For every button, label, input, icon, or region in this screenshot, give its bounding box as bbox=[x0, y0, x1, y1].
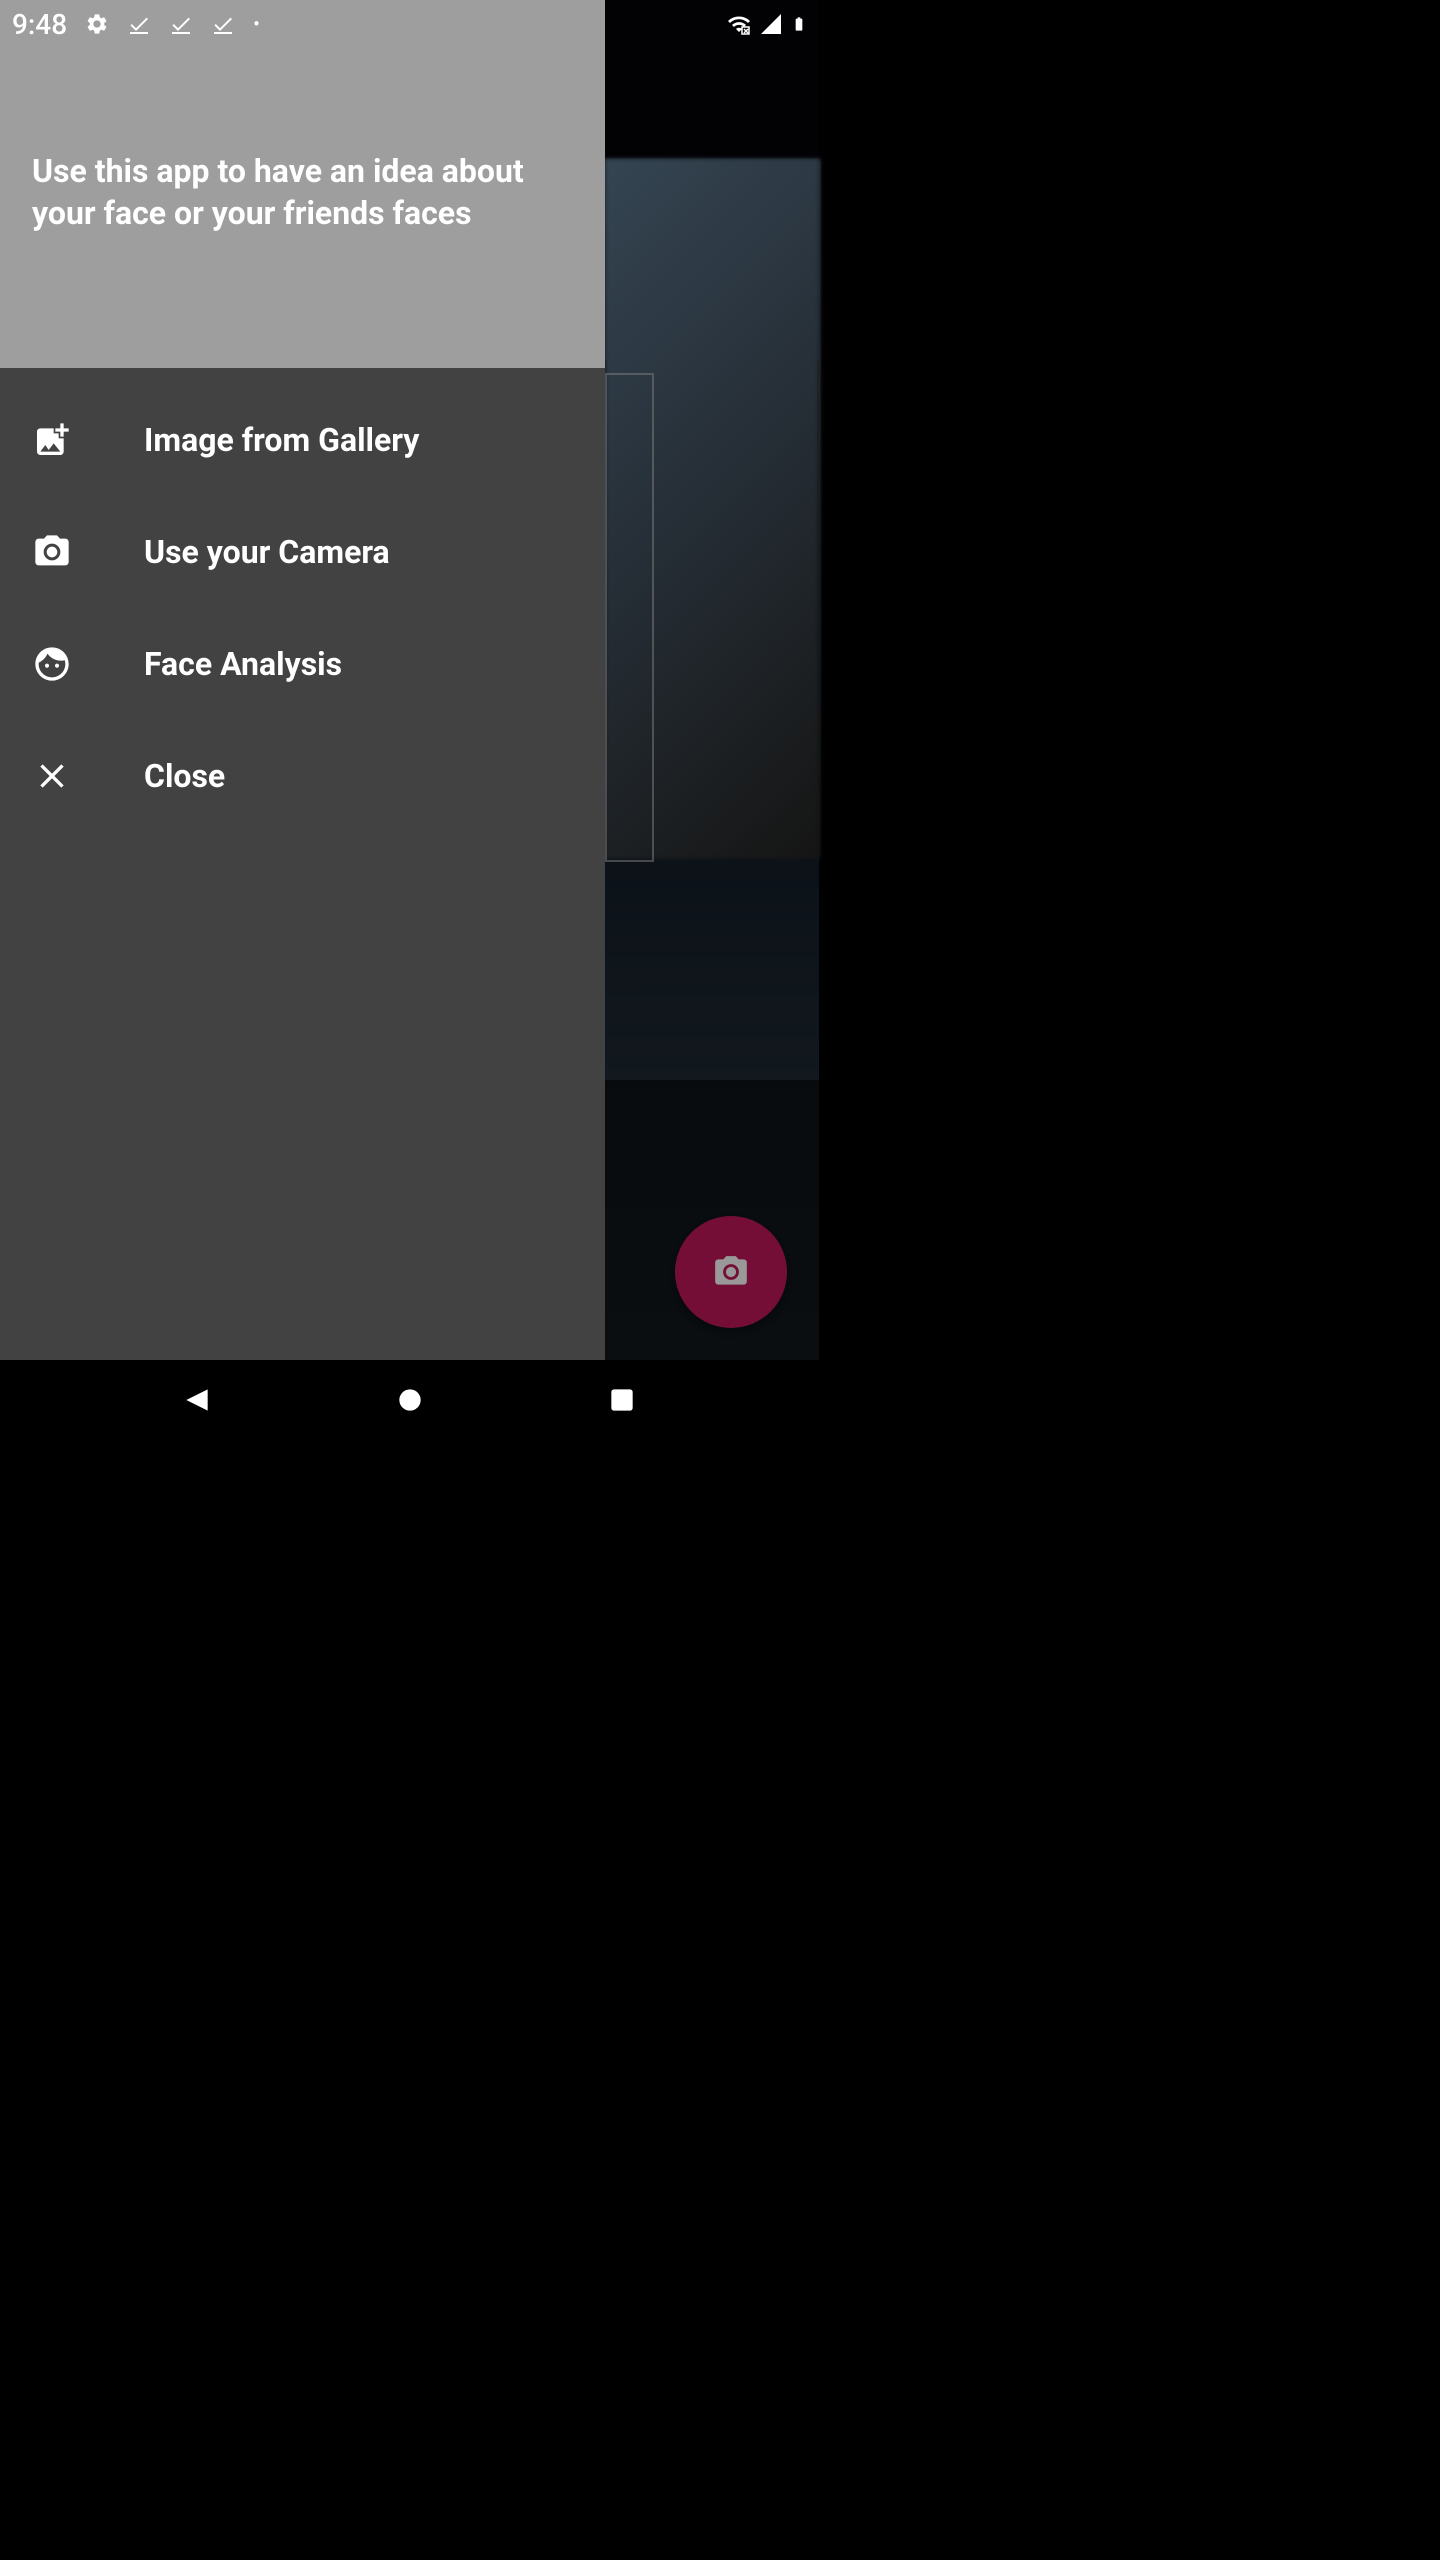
menu-item-camera[interactable]: Use your Camera bbox=[0, 496, 605, 608]
menu-item-close[interactable]: Close bbox=[0, 720, 605, 832]
settings-icon bbox=[85, 12, 109, 36]
camera-icon bbox=[32, 532, 72, 572]
check-icon bbox=[169, 12, 193, 36]
menu-label: Face Analysis bbox=[144, 645, 342, 683]
drawer-header: Use this app to have an idea about your … bbox=[0, 0, 605, 368]
menu-label: Use your Camera bbox=[144, 533, 390, 571]
wifi-icon bbox=[727, 12, 751, 36]
face-icon bbox=[32, 644, 72, 684]
camera-fab[interactable] bbox=[675, 1216, 787, 1328]
close-icon bbox=[32, 756, 72, 796]
status-bar-right bbox=[727, 12, 807, 36]
camera-icon bbox=[712, 1253, 750, 1291]
menu-label: Image from Gallery bbox=[144, 421, 419, 459]
battery-icon bbox=[791, 12, 807, 36]
drawer-menu: Image from Gallery Use your Camera Face … bbox=[0, 368, 605, 832]
home-button[interactable] bbox=[394, 1384, 426, 1416]
overflow-dot: • bbox=[253, 12, 260, 36]
menu-item-face-analysis[interactable]: Face Analysis bbox=[0, 608, 605, 720]
status-clock: 9:48 bbox=[12, 8, 67, 41]
drawer-header-text: Use this app to have an idea about your … bbox=[32, 151, 573, 234]
navigation-drawer: Use this app to have an idea about your … bbox=[0, 0, 605, 1360]
back-button[interactable] bbox=[181, 1384, 213, 1416]
navigation-bar bbox=[0, 1360, 819, 1440]
status-bar-left: 9:48 • bbox=[12, 8, 260, 41]
recents-button[interactable] bbox=[606, 1384, 638, 1416]
status-bar: 9:48 • bbox=[0, 0, 819, 48]
signal-icon bbox=[759, 12, 783, 36]
gallery-add-icon bbox=[32, 420, 72, 460]
menu-item-gallery[interactable]: Image from Gallery bbox=[0, 384, 605, 496]
check-icon bbox=[211, 12, 235, 36]
check-icon bbox=[127, 12, 151, 36]
menu-label: Close bbox=[144, 757, 225, 795]
